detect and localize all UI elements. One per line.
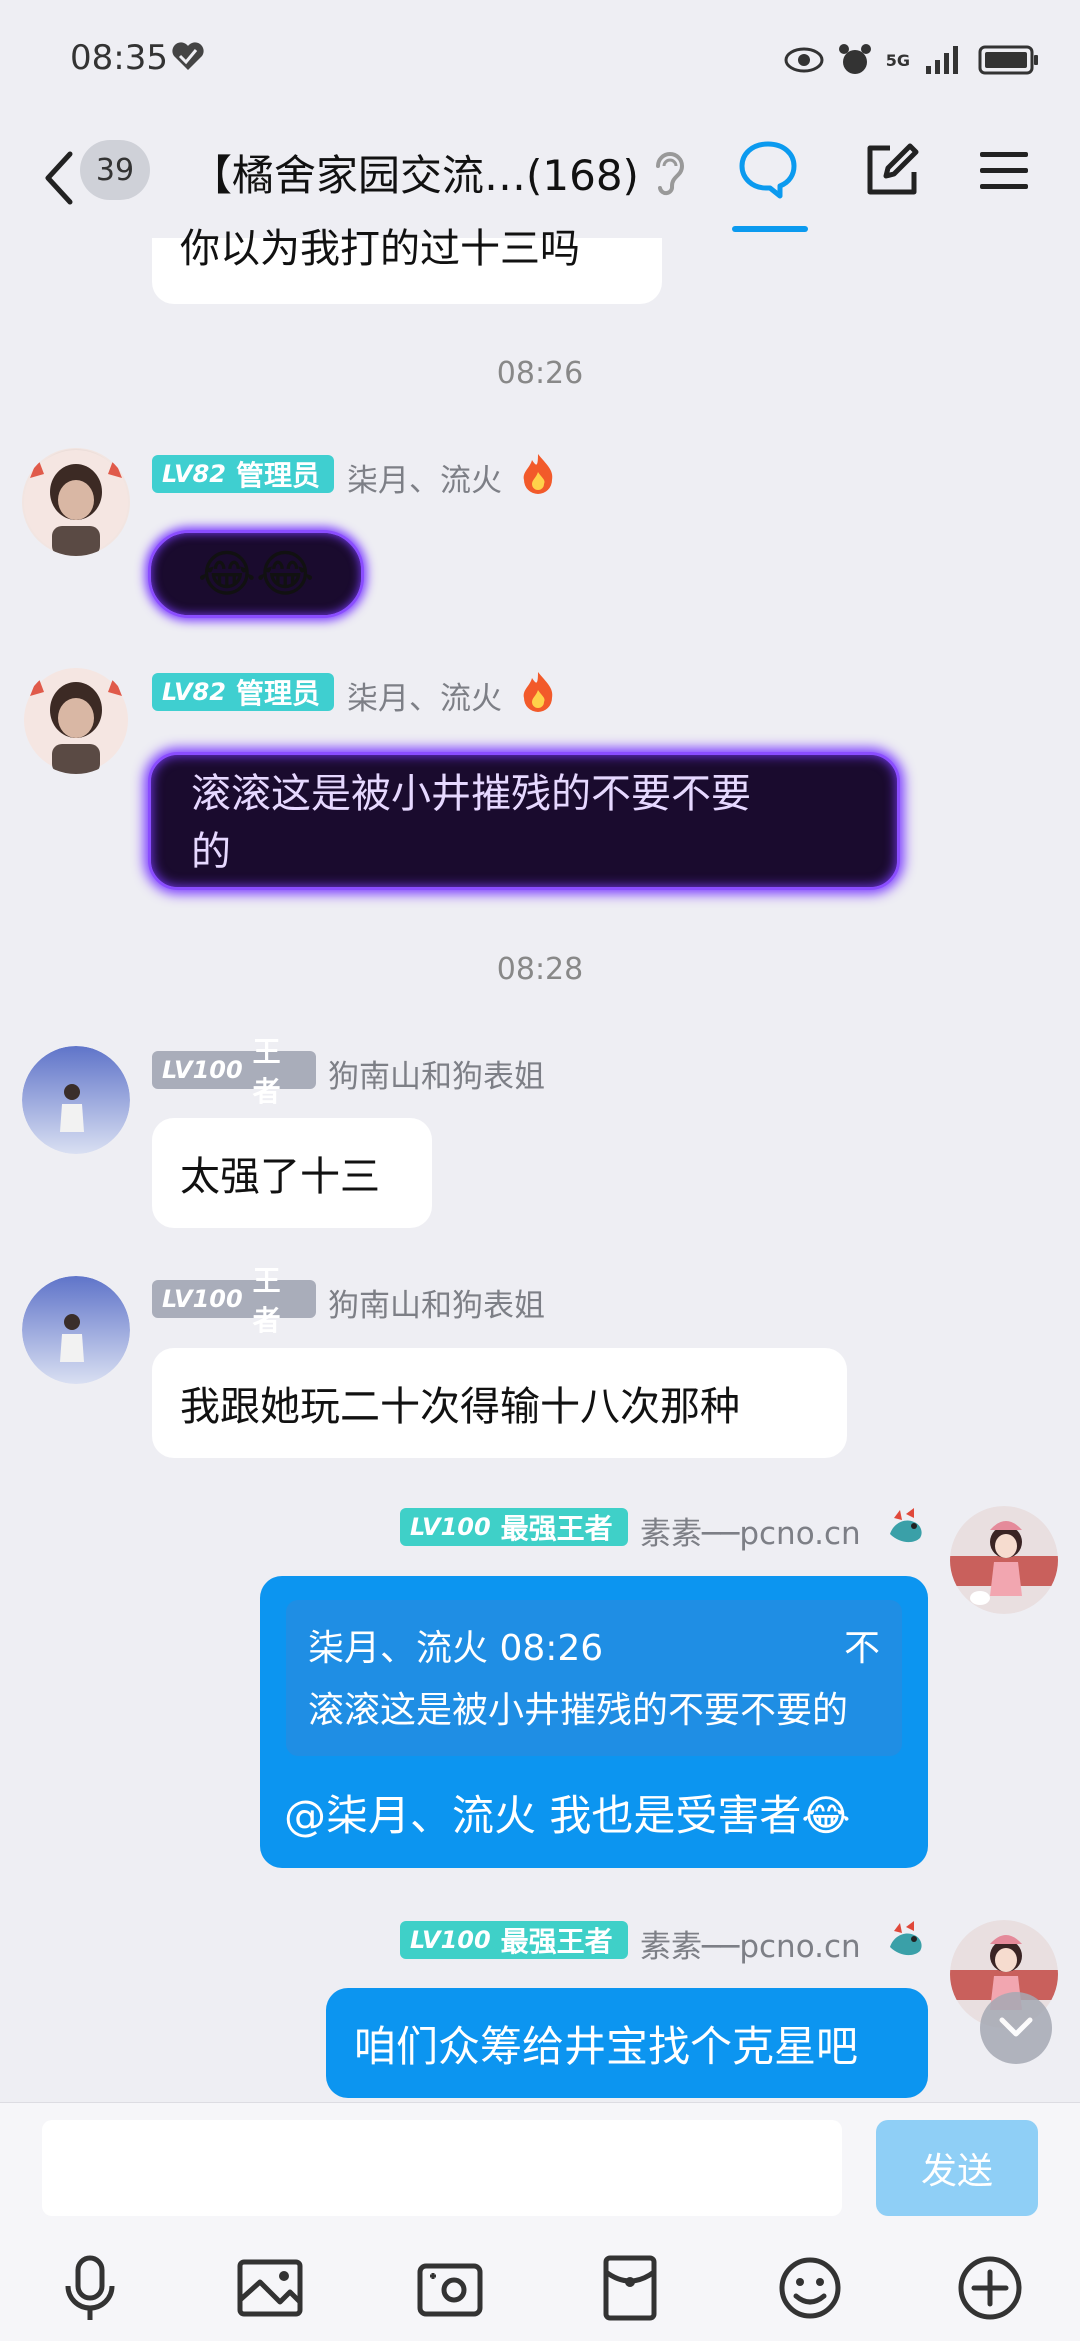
- unread-count-badge[interactable]: 39: [80, 140, 150, 200]
- chat-bubble-icon[interactable]: [736, 138, 800, 202]
- outgoing-message-bubble[interactable]: 咱们众筹给井宝找个克星吧: [326, 1988, 928, 2098]
- level-badge: LV100 王者: [152, 1035, 316, 1108]
- message-text: 我跟她玩二十次得输十八次那种: [180, 1384, 740, 1430]
- level-text: LV82: [162, 460, 226, 488]
- avatar[interactable]: [22, 1046, 130, 1154]
- sender-name[interactable]: 柒月、流火: [347, 673, 502, 718]
- red-packet-icon[interactable]: [594, 2252, 666, 2324]
- sender-name[interactable]: 狗南山和狗表姐: [328, 1051, 545, 1096]
- quote-header: 柒月、流火 08:26 不: [308, 1614, 880, 1676]
- message-text: 太强了十三: [180, 1154, 380, 1200]
- sender-name[interactable]: 素素──pcno.cn: [640, 1508, 861, 1553]
- ear-icon[interactable]: [652, 148, 688, 196]
- image-icon[interactable]: [234, 2252, 306, 2324]
- role-text: 最强王者: [500, 1512, 613, 1545]
- level-text: LV100: [410, 1926, 491, 1954]
- role-text: 王者: [252, 1035, 281, 1108]
- level-badge: LV100 王者: [152, 1264, 316, 1337]
- avatar[interactable]: [22, 448, 130, 556]
- eye-icon: [784, 47, 824, 73]
- fire-icon: [523, 672, 553, 712]
- active-tab-indicator: [732, 226, 808, 232]
- level-text: LV82: [162, 678, 226, 706]
- status-time: 08:35: [70, 38, 168, 78]
- message-text: 你以为我打的过十三吗: [180, 226, 580, 272]
- level-text: LV100: [162, 1056, 243, 1084]
- level-badge: LV82 管理员: [152, 455, 334, 493]
- battery-icon: [978, 45, 1038, 75]
- avatar-image: [22, 1276, 130, 1384]
- message-bubble[interactable]: 太强了十三: [152, 1118, 432, 1228]
- menu-icon[interactable]: [978, 140, 1030, 200]
- level-badge: LV82 管理员: [152, 673, 334, 711]
- message-bubble[interactable]: 你以为我打的过十三吗: [152, 226, 662, 304]
- network-label: 5G: [885, 50, 910, 70]
- avatar-image: [24, 668, 128, 774]
- avatar-image: [950, 1506, 1058, 1614]
- sender-name[interactable]: 柒月、流火: [347, 455, 502, 500]
- avatar-image: [24, 450, 128, 556]
- edit-icon[interactable]: [860, 138, 924, 202]
- role-text: 管理员: [235, 459, 320, 492]
- timestamp: 08:28: [496, 952, 584, 987]
- fire-icon: [523, 454, 553, 494]
- back-icon[interactable]: [36, 148, 84, 208]
- timestamp: 08:26: [496, 356, 584, 391]
- heart-check-icon: [172, 42, 204, 70]
- level-text: LV100: [162, 1285, 243, 1313]
- signal-icon: [926, 46, 958, 74]
- sender-name[interactable]: 素素──pcno.cn: [640, 1921, 861, 1966]
- level-badge: LV100 最强王者: [400, 1508, 628, 1546]
- message-text-line: 的: [191, 829, 231, 875]
- quote-text: 滚滚这是被小井摧残的不要不要的: [308, 1690, 849, 1731]
- camera-icon[interactable]: [414, 2252, 486, 2324]
- group-title[interactable]: 【橘舍家园交流…(168): [190, 142, 639, 203]
- dragon-icon: [890, 1921, 922, 1956]
- chevron-down-icon: [999, 2017, 1033, 2037]
- role-text: 最强王者: [500, 1925, 613, 1958]
- sender-name[interactable]: 狗南山和狗表姐: [328, 1280, 545, 1325]
- status-icons: 5G: [784, 40, 1040, 80]
- avatar[interactable]: [22, 666, 130, 774]
- emoji-bubble[interactable]: 😂😂: [148, 530, 364, 618]
- quoted-message[interactable]: 柒月、流火 08:26 不 滚滚这是被小井摧残的不要不要的: [286, 1600, 902, 1756]
- message-text-line: 滚滚这是被小井摧残的不要不要: [191, 771, 751, 817]
- scroll-to-bottom-button[interactable]: [980, 1992, 1052, 2064]
- neon-message-bubble[interactable]: 滚滚这是被小井摧残的不要不要 的: [148, 752, 900, 890]
- level-text: LV100: [410, 1513, 491, 1541]
- avatar-image: [22, 1046, 130, 1154]
- avatar[interactable]: [950, 1506, 1058, 1614]
- avatar[interactable]: [22, 1276, 130, 1384]
- quote-suffix: 不: [843, 1628, 880, 1669]
- emoji-text: 😂😂: [197, 545, 315, 603]
- alarm-icon: [838, 44, 871, 74]
- role-text: 管理员: [235, 677, 320, 710]
- send-button[interactable]: 发送: [876, 2120, 1038, 2216]
- emoji-icon[interactable]: [774, 2252, 846, 2324]
- message-input[interactable]: [42, 2120, 842, 2216]
- level-badge: LV100 最强王者: [400, 1921, 628, 1959]
- outgoing-message-bubble[interactable]: 柒月、流火 08:26 不 滚滚这是被小井摧残的不要不要的 @柒月、流火 我也是…: [260, 1576, 928, 1868]
- message-bubble[interactable]: 我跟她玩二十次得输十八次那种: [152, 1348, 847, 1458]
- role-text: 王者: [252, 1264, 281, 1337]
- message-text: 咱们众筹给井宝找个克星吧: [354, 2021, 859, 2071]
- status-bar: 08:35 5G: [0, 0, 1080, 120]
- dragon-icon: [890, 1508, 922, 1543]
- microphone-icon[interactable]: [54, 2252, 126, 2324]
- message-text: @柒月、流火 我也是受害者😂: [284, 1790, 851, 1840]
- add-icon[interactable]: [954, 2252, 1026, 2324]
- quote-author-time: 柒月、流火 08:26: [308, 1628, 604, 1669]
